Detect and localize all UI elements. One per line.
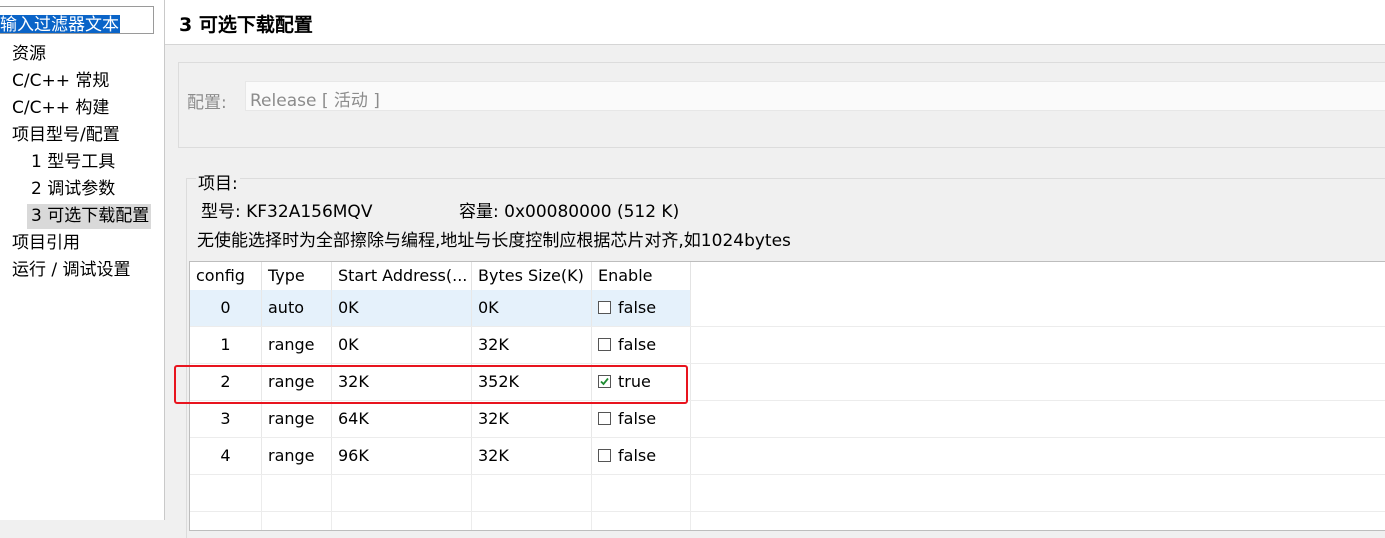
cell-start-address[interactable]: 0K [332,290,472,326]
cell-bytes-size[interactable]: 0K [472,290,592,326]
cell-type[interactable]: range [262,438,332,474]
tree-item-run-debug-settings[interactable]: 运行 / 调试设置 [12,258,131,283]
tree-item-cpp-general[interactable]: C/C++ 常规 [12,69,109,94]
cell-enable[interactable]: false [592,290,691,326]
configuration-select: Release [ 活动 ] [245,81,1385,111]
column-header-start-address[interactable]: Start Address(... [332,262,472,290]
table-row[interactable]: 0 auto 0K 0K false [190,290,1385,327]
enable-value: false [618,298,657,317]
page-header: 3 可选下载配置 [165,0,1385,45]
configuration-label: 配置: [187,93,227,113]
filter-input-text: 输入过滤器文本 [0,15,120,34]
checkbox-unchecked-icon[interactable] [598,338,611,351]
tree-item-debug-params[interactable]: 2 调试参数 [31,177,115,202]
cell-bytes-size[interactable]: 32K [472,401,592,437]
capacity-label: 容量: 0x00080000 (512 K) [459,202,680,222]
column-header-enable[interactable]: Enable [592,262,691,290]
checkbox-unchecked-icon[interactable] [598,412,611,425]
cell-start-address[interactable]: 64K [332,401,472,437]
cell-config[interactable]: 0 [190,290,262,326]
column-header-config[interactable]: config [190,262,262,290]
tree-item-cpp-build[interactable]: C/C++ 构建 [12,96,109,121]
cell-config[interactable]: 1 [190,327,262,363]
cell-type[interactable]: auto [262,290,332,326]
enable-value: false [618,446,657,465]
table-row-empty [190,475,1385,512]
column-header-bytes-size[interactable]: Bytes Size(K) [472,262,592,290]
tree-item-resources[interactable]: 资源 [12,42,46,67]
tree-item-project-references[interactable]: 项目引用 [12,231,80,256]
checkbox-unchecked-icon[interactable] [598,301,611,314]
table-row[interactable]: 3 range 64K 32K false [190,401,1385,438]
cell-config[interactable]: 4 [190,438,262,474]
column-header-type[interactable]: Type [262,262,332,290]
configuration-group: 配置: Release [ 活动 ] [178,62,1385,148]
filter-input[interactable]: 输入过滤器文本 [0,6,154,34]
cell-bytes-size[interactable]: 32K [472,438,592,474]
model-label: 型号: KF32A156MQV [201,202,373,222]
cell-config[interactable]: 3 [190,401,262,437]
cell-bytes-size[interactable]: 32K [472,327,592,363]
enable-value: false [618,409,657,428]
tree-item-project-model-config[interactable]: 项目型号/配置 [12,123,120,148]
table-row[interactable]: 4 range 96K 32K false [190,438,1385,475]
settings-tree-panel: 输入过滤器文本 资源 C/C++ 常规 C/C++ 构建 项目型号/配置 1 型… [0,0,165,520]
cell-type[interactable]: range [262,327,332,363]
annotation-highlight-box [174,365,688,404]
alignment-hint: 无使能选择时为全部擦除与编程,地址与长度控制应根据芯片对齐,如1024bytes [197,231,791,251]
checkbox-unchecked-icon[interactable] [598,449,611,462]
table-row-empty [190,512,1385,530]
page-title: 3 可选下载配置 [179,14,313,36]
tree-item-download-config[interactable]: 3 可选下载配置 [27,204,152,229]
cell-enable[interactable]: false [592,401,691,437]
project-group-legend: 项目: [196,169,240,194]
cell-type[interactable]: range [262,401,332,437]
cell-enable[interactable]: false [592,327,691,363]
tree-item-model-tools[interactable]: 1 型号工具 [31,150,115,175]
cell-start-address[interactable]: 96K [332,438,472,474]
cell-enable[interactable]: false [592,438,691,474]
cell-start-address[interactable]: 0K [332,327,472,363]
table-row[interactable]: 1 range 0K 32K false [190,327,1385,364]
enable-value: false [618,335,657,354]
